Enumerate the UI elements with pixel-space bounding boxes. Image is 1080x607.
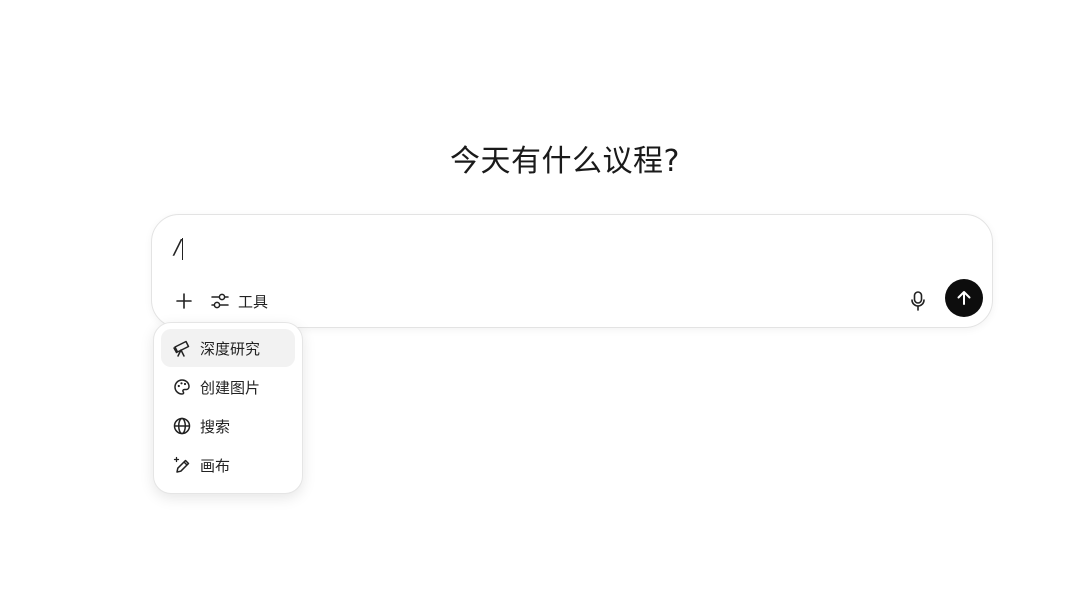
menu-item-canvas[interactable]: 画布: [161, 446, 295, 484]
globe-icon: [173, 417, 191, 435]
arrow-up-icon: [957, 291, 971, 305]
send-button[interactable]: [945, 279, 983, 317]
menu-item-search[interactable]: 搜索: [161, 407, 295, 445]
menu-item-label: 深度研究: [200, 339, 261, 358]
prompt-input-value: /: [174, 235, 181, 259]
telescope-icon: [173, 340, 190, 357]
composer: / 工具: [151, 214, 993, 328]
voice-input-button[interactable]: [904, 287, 932, 315]
microphone-icon: [911, 291, 925, 311]
tools-menu: 深度研究 创建图片 搜索 画布: [153, 322, 303, 494]
palette-icon: [174, 379, 190, 395]
tools-label: 工具: [238, 292, 269, 311]
plus-icon: [176, 293, 192, 309]
tools-button[interactable]: 工具: [210, 287, 268, 315]
text-caret: [181, 237, 183, 260]
menu-item-create-image[interactable]: 创建图片: [161, 368, 295, 406]
menu-item-label: 搜索: [200, 417, 231, 436]
page: 今天有什么议程? / 工具 深度研究 创建图片 搜索 画布: [0, 0, 1080, 607]
menu-item-label: 创建图片: [200, 378, 261, 397]
page-title: 今天有什么议程?: [450, 144, 680, 179]
menu-item-label: 画布: [200, 456, 231, 475]
add-attachment-button[interactable]: [170, 287, 198, 315]
prompt-input[interactable]: /: [174, 233, 183, 261]
menu-item-deep-research[interactable]: 深度研究: [161, 329, 295, 367]
pencil-sparkle-icon: [173, 456, 190, 473]
sliders-icon: [211, 293, 229, 309]
